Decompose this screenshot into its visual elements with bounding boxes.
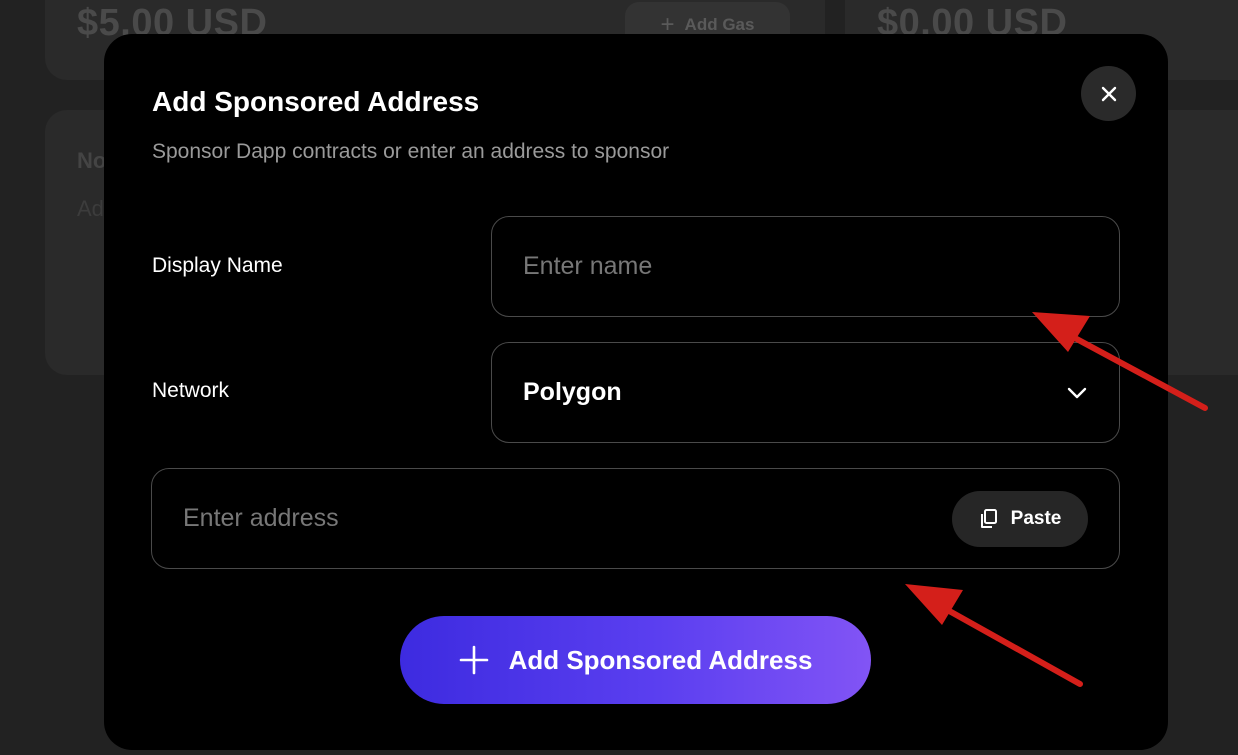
close-icon [1101, 86, 1116, 101]
close-button[interactable] [1081, 66, 1136, 121]
modal-title: Add Sponsored Address [152, 86, 480, 117]
paste-button[interactable]: Paste [952, 491, 1088, 547]
add-sponsored-address-label: Add Sponsored Address [508, 644, 813, 675]
card-text-fragment: Ad [77, 196, 104, 221]
network-label: Network [152, 379, 230, 402]
display-name-field [491, 216, 1120, 317]
card-heading-fragment: No [77, 148, 107, 173]
add-sponsored-address-button[interactable]: Add Sponsored Address [400, 616, 871, 704]
display-name-label: Display Name [152, 254, 283, 277]
add-gas-label: Add Gas [684, 15, 755, 34]
modal-subtitle: Sponsor Dapp contracts or enter an addre… [152, 140, 670, 163]
address-input[interactable] [152, 469, 912, 568]
plus-icon [459, 645, 488, 675]
display-name-input[interactable] [492, 217, 1119, 316]
paste-label: Paste [1010, 508, 1062, 529]
chevron-down-icon [1067, 387, 1087, 399]
copy-icon [980, 509, 997, 528]
screen: $5.00 USD $0.00 USD + Add Gas No Ad Add … [0, 0, 1238, 755]
network-selected-value: Polygon [523, 378, 622, 406]
network-select[interactable]: Polygon [491, 342, 1120, 443]
address-field: Paste [151, 468, 1120, 569]
